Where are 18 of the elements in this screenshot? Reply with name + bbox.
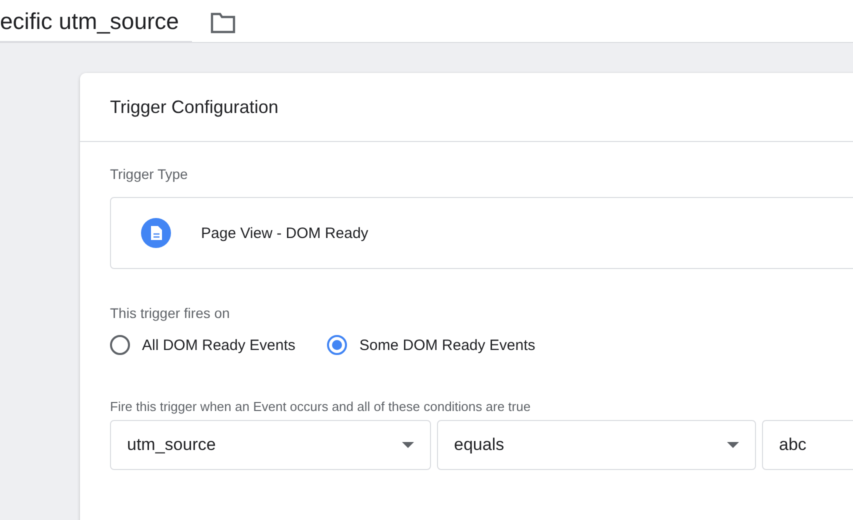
dropdown-caret-icon [727, 442, 739, 448]
radio-button[interactable] [110, 335, 130, 355]
condition-dropdown[interactable]: utm_source [110, 420, 431, 470]
condition-value-field[interactable]: abc [762, 420, 853, 470]
section-label: This trigger fires on [110, 305, 231, 321]
radio-label: All DOM Ready Events [142, 336, 296, 354]
radio-label: Some DOM Ready Events [359, 336, 536, 354]
trigger-type-selector[interactable]: Page View - DOM Ready [110, 197, 853, 269]
condition-dropdown[interactable]: equals [437, 420, 756, 470]
conditions-label: Fire this trigger when an Event occurs and all of these conditions are true [110, 399, 532, 414]
dropdown-caret-icon [402, 442, 414, 448]
card-title: Trigger Configuration [80, 73, 853, 142]
section-label: Trigger Type [110, 166, 189, 182]
folder-icon[interactable] [210, 12, 236, 34]
trigger-name-field[interactable]: ecific utm_source [0, 8, 192, 42]
document-icon [141, 218, 171, 248]
trigger-type-name: Page View - DOM Ready [201, 224, 368, 242]
radio-button[interactable] [327, 335, 348, 355]
